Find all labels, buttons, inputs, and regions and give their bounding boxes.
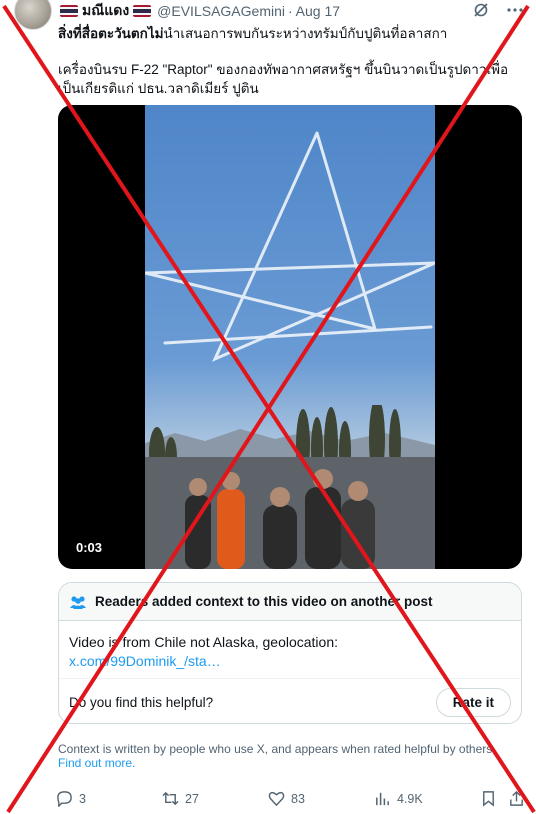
like-count: 83	[291, 791, 305, 806]
reply-icon	[57, 791, 72, 807]
reply-button[interactable]: 3	[56, 790, 86, 807]
community-note-header: Readers added context to this video on a…	[59, 583, 521, 621]
video-frame	[145, 105, 435, 569]
helpful-question: Do you find this helpful?	[69, 694, 214, 710]
community-note-link[interactable]: x.com/99Dominik_/sta…	[69, 652, 521, 671]
views-icon	[376, 792, 389, 806]
post-headline: สิ่งที่สื่อตะวันตกไม่นำเสนอการพบกันระหว่…	[58, 22, 516, 44]
views-count: 4.9K	[397, 791, 423, 806]
find-out-more-link[interactable]: Find out more.	[58, 756, 528, 770]
community-note-body: Video is from Chile not Alaska, geolocat…	[59, 621, 521, 679]
video-time: 0:03	[76, 540, 103, 555]
action-bar: 3 27 83 4.9K	[56, 790, 526, 812]
rate-it-button[interactable]: Rate it	[435, 687, 511, 717]
thai-flag-icon	[133, 5, 152, 17]
more-icon[interactable]	[506, 1, 524, 19]
headline-bold: สิ่งที่สื่อตะวันตกไม่	[58, 26, 164, 41]
display-name[interactable]: มณีแดง	[82, 0, 129, 22]
thai-flag-icon	[60, 5, 78, 17]
like-icon	[268, 791, 285, 807]
people-icon	[70, 595, 86, 609]
like-button[interactable]: 83	[268, 790, 305, 807]
reply-count: 3	[79, 791, 86, 806]
bookmark-icon	[483, 791, 494, 807]
community-note-text: Video is from Chile not Alaska, geolocat…	[69, 634, 339, 650]
bookmark-button[interactable]	[480, 790, 497, 807]
community-note-title: Readers added context to this video on a…	[95, 594, 433, 609]
share-icon	[510, 790, 523, 806]
repost-icon	[162, 791, 179, 806]
people	[185, 469, 375, 569]
grok-icon[interactable]	[472, 1, 490, 19]
repost-button[interactable]: 27	[162, 790, 199, 807]
avatar[interactable]	[14, 0, 52, 30]
user-handle[interactable]: @EVILSAGAGemini	[157, 3, 285, 19]
context-text: Context is written by people who use X, …	[58, 742, 496, 756]
repost-count: 27	[185, 791, 199, 806]
separator: ·	[287, 3, 293, 19]
context-disclaimer: Context is written by people who use X, …	[58, 742, 528, 770]
community-note-footer: Do you find this helpful? Rate it	[59, 679, 521, 723]
headline-rest: นำเสนอการพบกันระหว่างทรัมป์กับปูตินที่อล…	[163, 26, 448, 41]
post-body: เครื่องบินรบ F-22 "Raptor" ของกองทัพอากา…	[58, 62, 509, 96]
views-button[interactable]: 4.9K	[374, 790, 423, 807]
share-button[interactable]	[508, 790, 525, 807]
video-player[interactable]: 0:03	[58, 105, 522, 569]
community-note: Readers added context to this video on a…	[58, 582, 522, 724]
post-header: มณีแดง @EVILSAGAGemini · Aug 17	[58, 1, 524, 21]
post-date[interactable]: Aug 17	[296, 3, 340, 19]
